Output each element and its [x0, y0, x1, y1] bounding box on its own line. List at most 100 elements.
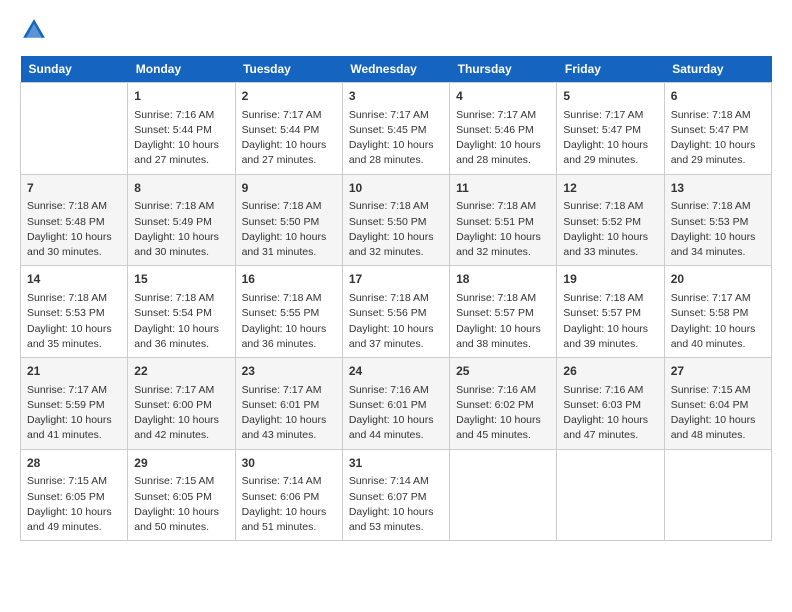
day-number: 17 [349, 271, 443, 288]
day-cell [557, 449, 664, 541]
day-info: Sunrise: 7:17 AMSunset: 5:58 PMDaylight:… [671, 291, 765, 352]
day-info: Sunrise: 7:17 AMSunset: 5:45 PMDaylight:… [349, 108, 443, 169]
day-cell: 20Sunrise: 7:17 AMSunset: 5:58 PMDayligh… [664, 266, 771, 358]
week-row-4: 21 Sunrise: 7:17 AMSunset: 5:59 PMDayligh… [21, 358, 772, 450]
day-number: 16 [242, 271, 336, 288]
day-cell: 28 Sunrise: 7:15 AMSunset: 6:05 PMDayligh… [21, 449, 128, 541]
day-cell: 21 Sunrise: 7:17 AMSunset: 5:59 PMDayligh… [21, 358, 128, 450]
header-cell-sunday: Sunday [21, 56, 128, 83]
day-number: 11 [456, 180, 550, 197]
day-number: 19 [563, 271, 657, 288]
day-info: Sunrise: 7:16 AMSunset: 6:01 PMDaylight:… [349, 383, 443, 444]
day-number: 9 [242, 180, 336, 197]
week-row-2: 7 Sunrise: 7:18 AMSunset: 5:48 PMDaylight… [21, 174, 772, 266]
day-cell: 16 Sunrise: 7:18 AMSunset: 5:55 PMDayligh… [235, 266, 342, 358]
day-cell: 4 Sunrise: 7:17 AMSunset: 5:46 PMDaylight… [450, 83, 557, 175]
day-cell: 23 Sunrise: 7:17 AMSunset: 6:01 PMDayligh… [235, 358, 342, 450]
day-number: 15 [134, 271, 228, 288]
header-cell-friday: Friday [557, 56, 664, 83]
day-info: Sunrise: 7:18 AMSunset: 5:53 PMDaylight:… [671, 199, 765, 260]
day-info: Sunrise: 7:15 AMSunset: 6:04 PMDaylight:… [671, 383, 765, 444]
day-info: Sunrise: 7:18 AMSunset: 5:54 PMDaylight:… [134, 291, 228, 352]
day-cell: 7 Sunrise: 7:18 AMSunset: 5:48 PMDaylight… [21, 174, 128, 266]
day-number: 21 [27, 363, 121, 380]
day-number: 14 [27, 271, 121, 288]
day-cell [21, 83, 128, 175]
header [20, 16, 772, 44]
day-cell: 3 Sunrise: 7:17 AMSunset: 5:45 PMDaylight… [342, 83, 449, 175]
header-cell-thursday: Thursday [450, 56, 557, 83]
day-cell: 2Sunrise: 7:17 AMSunset: 5:44 PMDaylight… [235, 83, 342, 175]
day-info: Sunrise: 7:16 AMSunset: 5:44 PMDaylight:… [134, 108, 228, 169]
day-info: Sunrise: 7:18 AMSunset: 5:57 PMDaylight:… [563, 291, 657, 352]
day-info: Sunrise: 7:15 AMSunset: 6:05 PMDaylight:… [27, 474, 121, 535]
header-cell-monday: Monday [128, 56, 235, 83]
week-row-3: 14 Sunrise: 7:18 AMSunset: 5:53 PMDayligh… [21, 266, 772, 358]
day-number: 30 [242, 455, 336, 472]
day-info: Sunrise: 7:14 AMSunset: 6:07 PMDaylight:… [349, 474, 443, 535]
day-info: Sunrise: 7:16 AMSunset: 6:03 PMDaylight:… [563, 383, 657, 444]
day-cell: 22Sunrise: 7:17 AMSunset: 6:00 PMDayligh… [128, 358, 235, 450]
day-info: Sunrise: 7:17 AMSunset: 5:47 PMDaylight:… [563, 108, 657, 169]
day-number: 29 [134, 455, 228, 472]
day-cell: 8 Sunrise: 7:18 AMSunset: 5:49 PMDaylight… [128, 174, 235, 266]
logo-icon [20, 16, 48, 44]
day-number: 18 [456, 271, 550, 288]
day-info: Sunrise: 7:18 AMSunset: 5:55 PMDaylight:… [242, 291, 336, 352]
day-number: 4 [456, 88, 550, 105]
day-number: 23 [242, 363, 336, 380]
day-cell: 5Sunrise: 7:17 AMSunset: 5:47 PMDaylight… [557, 83, 664, 175]
day-info: Sunrise: 7:18 AMSunset: 5:56 PMDaylight:… [349, 291, 443, 352]
day-cell: 9 Sunrise: 7:18 AMSunset: 5:50 PMDaylight… [235, 174, 342, 266]
day-info: Sunrise: 7:17 AMSunset: 6:00 PMDaylight:… [134, 383, 228, 444]
day-cell: 6Sunrise: 7:18 AMSunset: 5:47 PMDaylight… [664, 83, 771, 175]
calendar-header: SundayMondayTuesdayWednesdayThursdayFrid… [21, 56, 772, 83]
logo [20, 16, 52, 44]
day-info: Sunrise: 7:15 AMSunset: 6:05 PMDaylight:… [134, 474, 228, 535]
day-info: Sunrise: 7:17 AMSunset: 5:59 PMDaylight:… [27, 383, 121, 444]
day-cell [664, 449, 771, 541]
day-cell: 1 Sunrise: 7:16 AMSunset: 5:44 PMDaylight… [128, 83, 235, 175]
day-cell: 26Sunrise: 7:16 AMSunset: 6:03 PMDayligh… [557, 358, 664, 450]
day-cell: 29 Sunrise: 7:15 AMSunset: 6:05 PMDayligh… [128, 449, 235, 541]
day-info: Sunrise: 7:17 AMSunset: 5:46 PMDaylight:… [456, 108, 550, 169]
day-cell: 14 Sunrise: 7:18 AMSunset: 5:53 PMDayligh… [21, 266, 128, 358]
header-cell-saturday: Saturday [664, 56, 771, 83]
day-cell: 13Sunrise: 7:18 AMSunset: 5:53 PMDayligh… [664, 174, 771, 266]
page: SundayMondayTuesdayWednesdayThursdayFrid… [0, 0, 792, 561]
day-info: Sunrise: 7:18 AMSunset: 5:47 PMDaylight:… [671, 108, 765, 169]
day-cell: 30Sunrise: 7:14 AMSunset: 6:06 PMDayligh… [235, 449, 342, 541]
day-number: 8 [134, 180, 228, 197]
day-cell: 15 Sunrise: 7:18 AMSunset: 5:54 PMDayligh… [128, 266, 235, 358]
day-info: Sunrise: 7:18 AMSunset: 5:48 PMDaylight:… [27, 199, 121, 260]
day-info: Sunrise: 7:17 AMSunset: 5:44 PMDaylight:… [242, 108, 336, 169]
header-cell-tuesday: Tuesday [235, 56, 342, 83]
day-number: 12 [563, 180, 657, 197]
day-info: Sunrise: 7:18 AMSunset: 5:53 PMDaylight:… [27, 291, 121, 352]
day-number: 28 [27, 455, 121, 472]
day-cell: 18 Sunrise: 7:18 AMSunset: 5:57 PMDayligh… [450, 266, 557, 358]
calendar-table: SundayMondayTuesdayWednesdayThursdayFrid… [20, 56, 772, 541]
day-cell: 10Sunrise: 7:18 AMSunset: 5:50 PMDayligh… [342, 174, 449, 266]
day-cell: 12Sunrise: 7:18 AMSunset: 5:52 PMDayligh… [557, 174, 664, 266]
header-row: SundayMondayTuesdayWednesdayThursdayFrid… [21, 56, 772, 83]
day-cell: 25 Sunrise: 7:16 AMSunset: 6:02 PMDayligh… [450, 358, 557, 450]
day-info: Sunrise: 7:17 AMSunset: 6:01 PMDaylight:… [242, 383, 336, 444]
day-cell: 31Sunrise: 7:14 AMSunset: 6:07 PMDayligh… [342, 449, 449, 541]
day-info: Sunrise: 7:18 AMSunset: 5:50 PMDaylight:… [242, 199, 336, 260]
day-cell: 17 Sunrise: 7:18 AMSunset: 5:56 PMDayligh… [342, 266, 449, 358]
day-number: 1 [134, 88, 228, 105]
day-info: Sunrise: 7:18 AMSunset: 5:49 PMDaylight:… [134, 199, 228, 260]
day-cell: 11Sunrise: 7:18 AMSunset: 5:51 PMDayligh… [450, 174, 557, 266]
day-number: 7 [27, 180, 121, 197]
day-number: 25 [456, 363, 550, 380]
day-cell: 19 Sunrise: 7:18 AMSunset: 5:57 PMDayligh… [557, 266, 664, 358]
day-info: Sunrise: 7:16 AMSunset: 6:02 PMDaylight:… [456, 383, 550, 444]
week-row-5: 28 Sunrise: 7:15 AMSunset: 6:05 PMDayligh… [21, 449, 772, 541]
day-info: Sunrise: 7:18 AMSunset: 5:57 PMDaylight:… [456, 291, 550, 352]
day-number: 3 [349, 88, 443, 105]
calendar-body: 1 Sunrise: 7:16 AMSunset: 5:44 PMDaylight… [21, 83, 772, 541]
header-cell-wednesday: Wednesday [342, 56, 449, 83]
day-number: 24 [349, 363, 443, 380]
day-cell: 24 Sunrise: 7:16 AMSunset: 6:01 PMDayligh… [342, 358, 449, 450]
